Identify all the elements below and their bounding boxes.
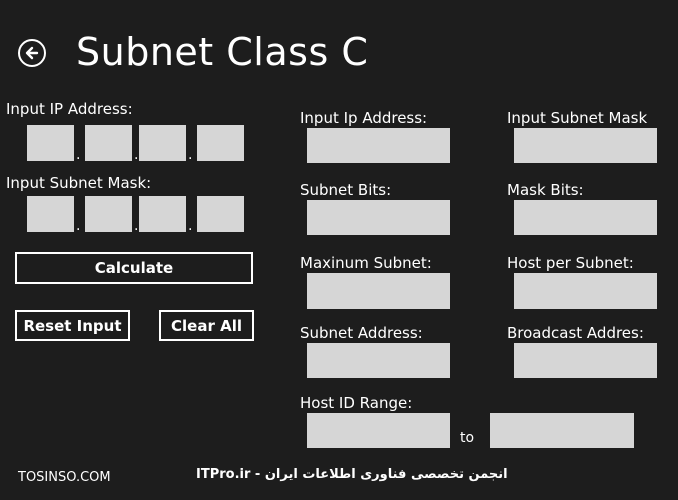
mask-bits-label: Mask Bits: — [507, 181, 584, 199]
ip-octet-3-input[interactable] — [139, 125, 186, 161]
calculate-button[interactable]: Calculate — [15, 252, 253, 284]
watermark-left: TOSINSO.COM — [18, 470, 111, 485]
mask-dot-separator: . — [188, 218, 193, 234]
host-range-end-field[interactable] — [490, 413, 634, 448]
subnet-address-label: Subnet Address: — [300, 324, 423, 342]
subnet-bits-field[interactable] — [307, 200, 450, 235]
broadcast-address-field[interactable] — [514, 343, 657, 378]
host-per-subnet-label: Host per Subnet: — [507, 254, 634, 272]
page-title: Subnet Class C — [76, 30, 369, 74]
broadcast-address-label: Broadcast Addres: — [507, 324, 644, 342]
max-subnet-field[interactable] — [307, 273, 450, 309]
ip-dot-separator: . — [188, 147, 193, 163]
subnet-bits-label: Subnet Bits: — [300, 181, 392, 199]
ip-dot-separator: . — [134, 147, 139, 163]
ip-octet-1-input[interactable] — [27, 125, 74, 161]
mask-octet-4-input[interactable] — [197, 196, 244, 232]
mask-bits-field[interactable] — [514, 200, 657, 235]
ip-address-label: Input IP Address: — [6, 100, 133, 118]
host-range-start-field[interactable] — [307, 413, 450, 448]
max-subnet-label: Maxinum Subnet: — [300, 254, 432, 272]
mask-dot-separator: . — [134, 218, 139, 234]
ip-octet-2-input[interactable] — [85, 125, 132, 161]
ip-dot-separator: . — [76, 147, 81, 163]
host-per-subnet-field[interactable] — [514, 273, 657, 309]
result-ip-field[interactable] — [307, 128, 450, 163]
subnet-mask-label: Input Subnet Mask: — [6, 174, 152, 192]
host-range-to-label: to — [460, 430, 475, 446]
mask-octet-2-input[interactable] — [85, 196, 132, 232]
mask-octet-3-input[interactable] — [139, 196, 186, 232]
back-arrow-icon — [25, 46, 39, 60]
mask-octet-1-input[interactable] — [27, 196, 74, 232]
host-range-label: Host ID Range: — [300, 394, 413, 412]
subnet-address-field[interactable] — [307, 343, 450, 378]
ip-octet-4-input[interactable] — [197, 125, 244, 161]
back-button[interactable] — [18, 39, 46, 67]
result-mask-field[interactable] — [514, 128, 657, 163]
watermark-center: ITPro.ir - انجمن تخصصی فناوری اطلاعات ای… — [196, 467, 508, 482]
clear-all-button[interactable]: Clear All — [159, 310, 254, 341]
reset-input-button[interactable]: Reset Input — [15, 310, 130, 341]
result-mask-label: Input Subnet Mask — [507, 109, 648, 127]
mask-dot-separator: . — [76, 218, 81, 234]
result-ip-label: Input Ip Address: — [300, 109, 428, 127]
